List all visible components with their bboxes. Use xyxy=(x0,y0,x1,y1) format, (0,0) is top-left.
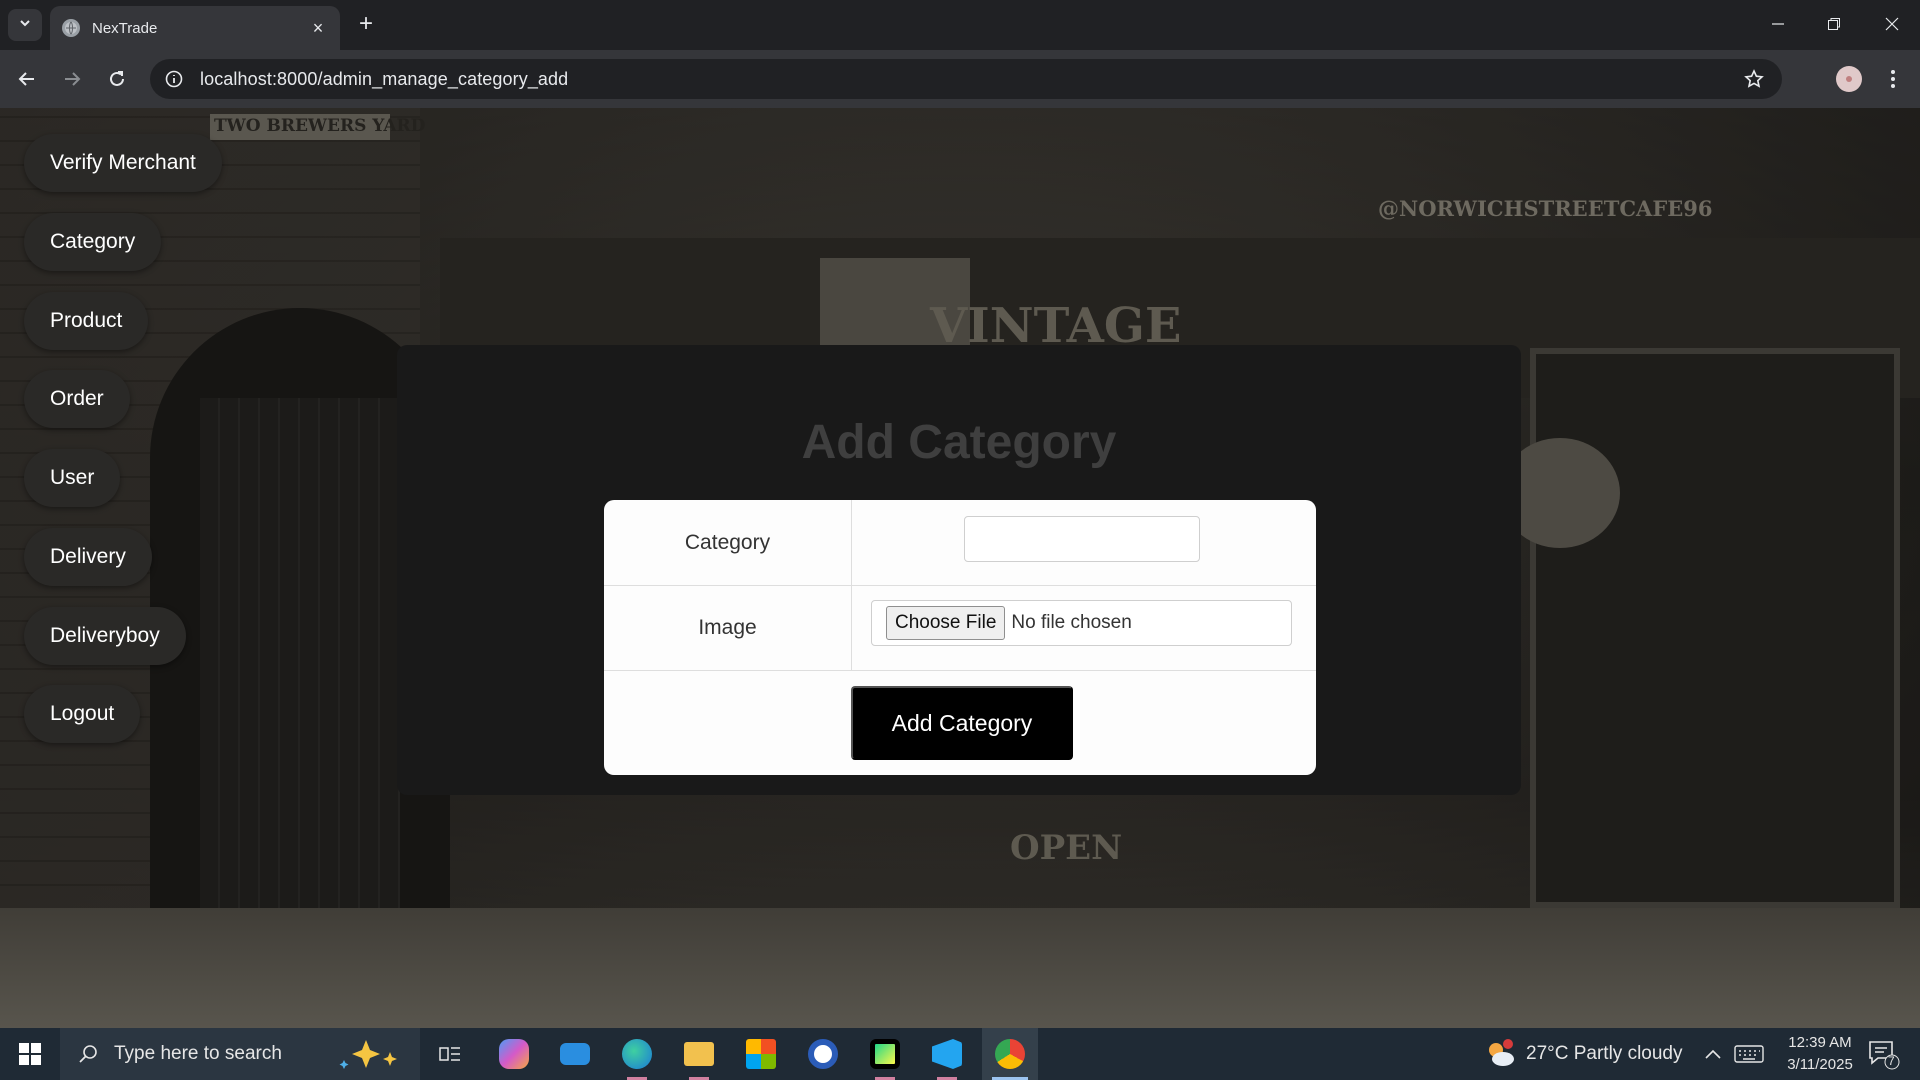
tab-search-button[interactable] xyxy=(8,9,42,41)
tab-title: NexTrade xyxy=(92,19,158,37)
profile-avatar[interactable] xyxy=(1836,66,1862,92)
notification-count: 7 xyxy=(1888,1054,1895,1068)
store-icon[interactable] xyxy=(733,1028,789,1080)
close-window-button[interactable] xyxy=(1872,8,1912,40)
globe-icon xyxy=(62,19,80,37)
nav-logout[interactable]: Logout xyxy=(24,685,141,743)
background-handle-text: @NORWICHSTREETCAFE96 xyxy=(1378,196,1713,221)
chevron-down-icon xyxy=(18,16,32,35)
image-file-input[interactable]: Choose File No file chosen xyxy=(871,600,1292,646)
vscode-icon[interactable] xyxy=(919,1028,975,1080)
new-tab-button[interactable]: + xyxy=(352,10,380,38)
word-icon[interactable] xyxy=(795,1028,851,1080)
nav-user[interactable]: User xyxy=(24,449,121,507)
background-cafe-window xyxy=(1530,348,1900,908)
show-hidden-icons-chevron-icon[interactable] xyxy=(1704,1028,1722,1080)
background-open-text: OPEN xyxy=(1010,828,1123,868)
reload-button[interactable] xyxy=(101,63,133,95)
background-yard-sign-text: TWO BREWERS YARD xyxy=(214,116,426,136)
file-explorer-icon[interactable] xyxy=(671,1028,727,1080)
add-category-form: Category Image Choose File No file chose… xyxy=(604,500,1316,775)
notification-center-icon[interactable]: 7 xyxy=(1866,1038,1900,1070)
system-clock[interactable]: 12:39 AM 3/11/2025 xyxy=(1770,1032,1870,1076)
category-label: Category xyxy=(604,500,852,585)
edge-icon[interactable] xyxy=(609,1028,665,1080)
page-title: Add Category xyxy=(801,416,1117,469)
pycharm-icon[interactable] xyxy=(857,1028,913,1080)
image-row: Image Choose File No file chosen xyxy=(604,586,1316,671)
nav-delivery[interactable]: Delivery xyxy=(24,528,152,586)
add-category-panel: Add Category Category Image Choose File … xyxy=(397,345,1521,795)
nav-deliveryboy[interactable]: Deliveryboy xyxy=(24,607,186,665)
chrome-icon[interactable] xyxy=(982,1028,1038,1080)
taskbar-search[interactable]: Type here to search xyxy=(60,1028,420,1080)
browser-tabstrip: NexTrade × + xyxy=(0,0,1920,50)
url-text: localhost:8000/admin_manage_category_add xyxy=(200,68,569,89)
restore-button[interactable] xyxy=(1814,8,1854,40)
partly-cloudy-icon xyxy=(1484,1038,1516,1070)
weather-text: 27°C Partly cloudy xyxy=(1526,1043,1683,1064)
nav-verify-merchant[interactable]: Verify Merchant xyxy=(24,134,222,192)
forward-button[interactable] xyxy=(56,63,88,95)
close-tab-icon[interactable]: × xyxy=(308,18,328,38)
browser-toolbar: localhost:8000/admin_manage_category_add xyxy=(0,50,1920,108)
search-highlight-sparkle-icon xyxy=(336,1038,406,1070)
taskbar-search-placeholder: Type here to search xyxy=(114,1043,282,1064)
add-category-submit-button[interactable]: Add Category xyxy=(851,686,1073,760)
nav-category[interactable]: Category xyxy=(24,213,162,271)
choose-file-button[interactable]: Choose File xyxy=(886,606,1006,640)
task-view-icon[interactable] xyxy=(422,1028,478,1080)
bookmark-star-icon[interactable] xyxy=(1742,67,1766,91)
nav-product[interactable]: Product xyxy=(24,292,149,350)
file-status-text: No file chosen xyxy=(1011,612,1132,633)
category-name-input[interactable] xyxy=(964,516,1200,562)
address-bar[interactable]: localhost:8000/admin_manage_category_add xyxy=(150,59,1782,99)
browser-tab-active[interactable]: NexTrade × xyxy=(50,6,340,50)
back-button[interactable] xyxy=(11,63,43,95)
clock-date: 3/11/2025 xyxy=(1787,1056,1853,1073)
nav-order[interactable]: Order xyxy=(24,370,130,428)
page-viewport: TWO BREWERS YARD @NORWICHSTREETCAFE96 VI… xyxy=(0,108,1920,1028)
start-button[interactable] xyxy=(0,1028,60,1080)
weather-widget[interactable]: 27°C Partly cloudy xyxy=(1484,1028,1683,1080)
category-row: Category xyxy=(604,500,1316,586)
clock-time: 12:39 AM xyxy=(1788,1034,1852,1051)
keyboard-icon[interactable] xyxy=(1734,1028,1764,1080)
search-icon xyxy=(76,1042,100,1066)
minimize-button[interactable] xyxy=(1758,8,1798,40)
windows-taskbar: Type here to search 27°C Partly cloudy 1… xyxy=(0,1028,1920,1080)
background-pavement xyxy=(0,908,1920,1028)
copilot-icon[interactable] xyxy=(486,1028,542,1080)
more-menu-icon[interactable] xyxy=(1880,64,1906,94)
image-label: Image xyxy=(604,586,852,670)
site-info-icon[interactable] xyxy=(164,69,184,89)
mail-icon[interactable] xyxy=(547,1028,603,1080)
